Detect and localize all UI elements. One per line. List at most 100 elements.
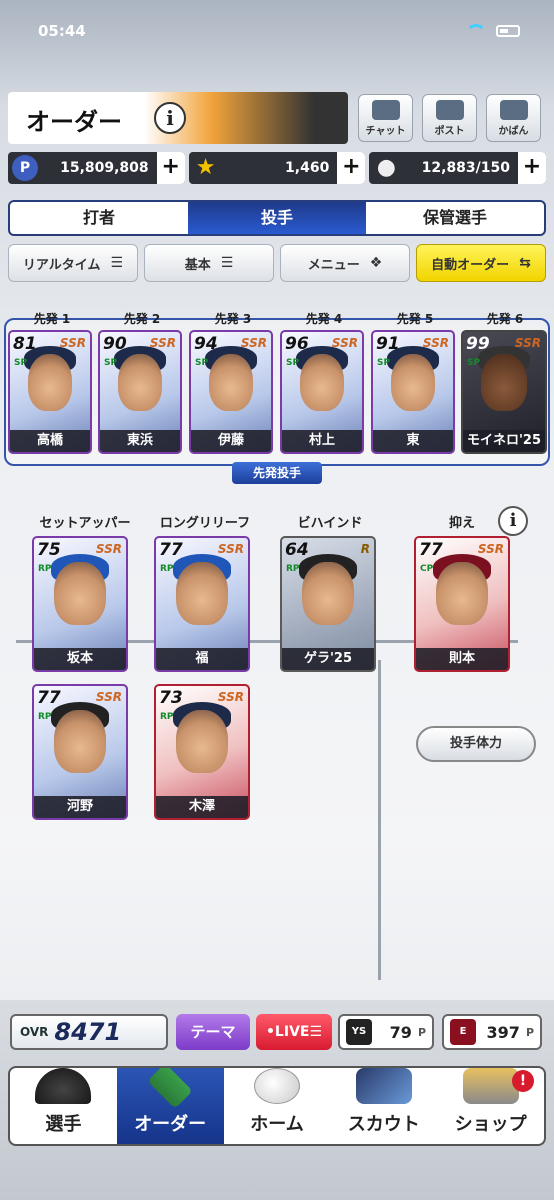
nav-players[interactable]: 選手 <box>10 1068 117 1144</box>
player-card-behind[interactable]: 64 RP R ゲラ'25 <box>280 536 376 672</box>
nav-home[interactable]: ホーム <box>224 1068 331 1144</box>
page-title: オーダー <box>26 108 122 136</box>
relief-info-button[interactable]: i <box>498 506 528 536</box>
notification-badge: ! <box>511 1070 534 1092</box>
long-relief-label: ロングリリーフ <box>159 516 251 531</box>
player-card-starter-3[interactable]: 94 SP SSR 伊藤 <box>189 330 273 454</box>
card-ovr: 91 <box>376 334 400 354</box>
card-position: SP <box>286 358 300 368</box>
ovr-label: OVR <box>20 1025 49 1039</box>
player-card-starter-2[interactable]: 90 SP SSR 東浜 <box>98 330 182 454</box>
player-card-long-2[interactable]: 73 RP SSR 木澤 <box>154 684 250 820</box>
auto-order-label: 自動オーダー <box>431 257 510 273</box>
player-card-setup-1[interactable]: 75 RP SSR 坂本 <box>32 536 128 672</box>
card-ovr: 81 <box>13 334 37 354</box>
nav-label: オーダー <box>134 1114 207 1135</box>
page-title-banner: オーダー i <box>8 92 348 144</box>
player-portrait <box>208 353 254 412</box>
nav-label: スカウト <box>347 1114 420 1135</box>
card-rarity: SSR <box>59 336 86 350</box>
currency-star: ★ 1,460 + <box>188 152 366 184</box>
tab-pitchers[interactable]: 投手 <box>188 202 366 234</box>
player-portrait <box>481 353 527 412</box>
player-portrait <box>436 561 488 626</box>
ovr-value: 8471 <box>54 1018 122 1046</box>
swap-arrows-icon: ⇆ <box>519 255 531 271</box>
player-card-setup-2[interactable]: 77 RP SSR 河野 <box>32 684 128 820</box>
points-value: 397 <box>486 1022 520 1042</box>
points-unit: P <box>525 1025 534 1039</box>
status-icons <box>466 24 520 38</box>
player-portrait <box>176 709 228 774</box>
auto-order-button[interactable]: 自動オーダー ⇆ <box>416 244 546 282</box>
add-p-button[interactable]: + <box>156 152 185 184</box>
nav-label: 選手 <box>45 1114 82 1135</box>
card-ovr: 77 <box>37 688 61 708</box>
diamond-grid-icon: ❖ <box>369 255 383 271</box>
tab-batters[interactable]: 打者 <box>10 202 188 234</box>
card-rarity: SSR <box>95 690 122 704</box>
card-position: SP <box>377 358 391 368</box>
realtime-button[interactable]: リアルタイム ☰ <box>8 244 138 282</box>
baseball-icon: ● <box>376 155 396 180</box>
player-portrait <box>176 561 228 626</box>
menu-lines-icon: ☰ <box>110 255 124 271</box>
add-star-button[interactable]: + <box>337 152 366 184</box>
card-ovr: 77 <box>419 540 443 560</box>
team-ovr[interactable]: OVR 8471 <box>10 1014 168 1050</box>
card-position: RP <box>38 712 52 722</box>
points-value: 79 <box>389 1022 412 1042</box>
swallows-logo-icon: YS <box>346 1019 372 1045</box>
tab-storage[interactable]: 保管選手 <box>366 202 544 234</box>
player-card-starter-6[interactable]: 99 SP SSR モイネロ'25 <box>461 330 547 454</box>
team-points-ys[interactable]: YS 79 P <box>338 1014 434 1050</box>
post-button[interactable]: ポスト <box>422 94 477 142</box>
card-name: 東浜 <box>100 430 180 452</box>
slot-label-4: 先発 4 <box>305 312 343 326</box>
card-rarity: SSR <box>422 336 449 350</box>
card-rarity: SSR <box>477 542 504 556</box>
player-card-starter-4[interactable]: 96 SP SSR 村上 <box>280 330 364 454</box>
card-ovr: 73 <box>159 688 183 708</box>
menu-button[interactable]: メニュー ❖ <box>280 244 410 282</box>
card-position: CP <box>420 564 434 574</box>
card-name: モイネロ'25 <box>463 430 545 452</box>
chat-icon <box>371 100 400 120</box>
bag-button[interactable]: かばん <box>486 94 541 142</box>
closer-label: 抑え <box>448 516 475 531</box>
chat-button[interactable]: チャット <box>358 94 413 142</box>
slot-label-3: 先発 3 <box>214 312 252 326</box>
card-rarity: SSR <box>240 336 267 350</box>
player-portrait <box>54 561 106 626</box>
player-portrait <box>302 561 354 626</box>
connector-line <box>378 660 381 980</box>
nav-label: ショップ <box>454 1114 527 1135</box>
nav-order[interactable]: オーダー <box>116 1068 224 1144</box>
card-name: 坂本 <box>34 648 126 670</box>
team-points-e[interactable]: E 397 P <box>442 1014 542 1050</box>
card-position: RP <box>286 564 300 574</box>
player-card-long-1[interactable]: 77 RP SSR 福 <box>154 536 250 672</box>
player-card-starter-5[interactable]: 91 SP SSR 東 <box>371 330 455 454</box>
card-position: SP <box>195 358 209 368</box>
card-position: SP <box>104 358 118 368</box>
mail-icon <box>435 100 464 120</box>
card-name: 則本 <box>416 648 508 670</box>
baseball-icon <box>253 1068 300 1104</box>
pitcher-stamina-button[interactable]: 投手体力 <box>416 726 536 762</box>
player-portrait <box>299 353 345 412</box>
player-card-starter-1[interactable]: 81 SP SSR 高橋 <box>8 330 92 454</box>
info-button[interactable]: i <box>154 102 186 134</box>
card-position: RP <box>160 712 174 722</box>
player-portrait <box>390 353 436 412</box>
live-button[interactable]: •LIVE☰ <box>256 1014 332 1050</box>
player-card-closer[interactable]: 77 CP SSR 則本 <box>414 536 510 672</box>
basic-button[interactable]: 基本 ☰ <box>144 244 274 282</box>
card-rarity: SSR <box>217 542 244 556</box>
add-ball-button[interactable]: + <box>518 152 547 184</box>
theme-button[interactable]: テーマ <box>176 1014 250 1050</box>
nav-scout[interactable]: スカウト <box>330 1068 437 1144</box>
card-name: 木澤 <box>156 796 248 818</box>
nav-shop[interactable]: ショップ ! <box>437 1068 544 1144</box>
basic-label: 基本 <box>184 257 211 273</box>
